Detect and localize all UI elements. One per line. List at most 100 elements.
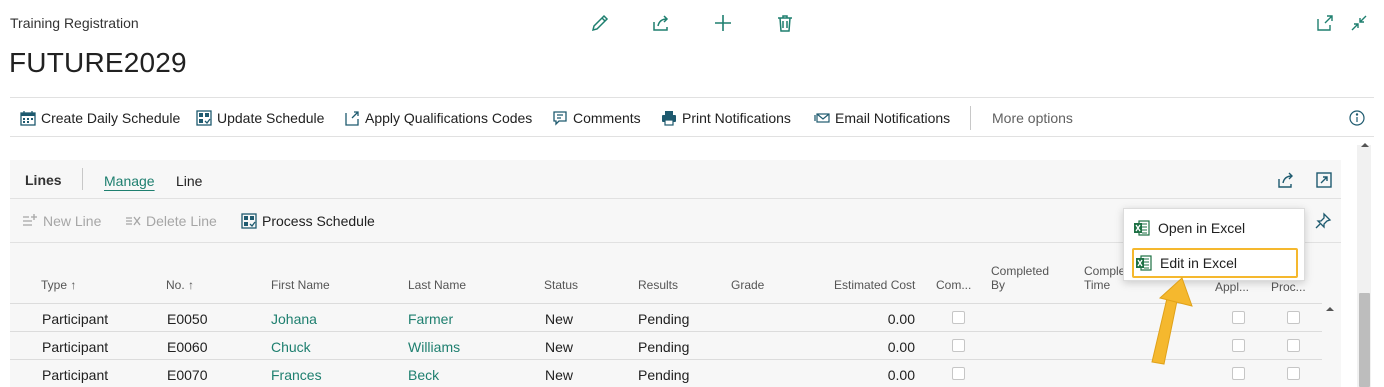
printer-icon bbox=[661, 110, 677, 126]
cell-results[interactable]: Pending bbox=[638, 311, 689, 327]
print-notifications-button[interactable]: Print Notifications bbox=[661, 98, 791, 138]
tab-line[interactable]: Line bbox=[176, 173, 202, 189]
row-divider bbox=[10, 359, 1322, 360]
cell-results[interactable]: Pending bbox=[638, 339, 689, 355]
create-daily-schedule-button[interactable]: Create Daily Schedule bbox=[20, 98, 180, 138]
cell-type[interactable]: Participant bbox=[42, 311, 108, 327]
cell-first-name[interactable]: Johana bbox=[271, 311, 317, 327]
cell-last-name[interactable]: Williams bbox=[408, 339, 460, 355]
update-schedule-label: Update Schedule bbox=[217, 110, 325, 126]
scroll-up-arrow-icon[interactable] bbox=[1360, 141, 1370, 149]
checkbox-proc[interactable] bbox=[1287, 311, 1300, 324]
cell-type[interactable]: Participant bbox=[42, 339, 108, 355]
cell-estimated-cost[interactable]: 0.00 bbox=[835, 367, 915, 383]
checkbox-appl[interactable] bbox=[1232, 367, 1245, 380]
edit-in-excel-item[interactable]: Edit in Excel bbox=[1132, 248, 1298, 278]
open-in-excel-label: Open in Excel bbox=[1158, 220, 1246, 236]
cell-estimated-cost[interactable]: 0.00 bbox=[835, 311, 915, 327]
process-schedule-icon bbox=[241, 213, 257, 229]
share-icon[interactable] bbox=[1276, 170, 1296, 190]
new-line-icon bbox=[22, 213, 38, 229]
process-schedule-label: Process Schedule bbox=[262, 213, 375, 229]
checkbox-appl[interactable] bbox=[1232, 311, 1245, 324]
new-line-label: New Line bbox=[43, 213, 102, 229]
process-schedule-button[interactable]: Process Schedule bbox=[241, 200, 375, 242]
checkbox-com[interactable] bbox=[952, 311, 965, 324]
col-type[interactable]: Type ↑ bbox=[41, 278, 76, 292]
calendar-icon bbox=[20, 110, 36, 126]
col-completed-time[interactable]: Comple Time bbox=[1084, 264, 1125, 292]
tab-manage[interactable]: Manage bbox=[104, 173, 155, 189]
comments-button[interactable]: Comments bbox=[552, 98, 641, 138]
lines-title: Lines bbox=[25, 172, 62, 188]
collapse-icon[interactable] bbox=[1349, 13, 1369, 33]
cell-status[interactable]: New bbox=[545, 367, 573, 383]
cell-estimated-cost[interactable]: 0.00 bbox=[835, 339, 915, 355]
checkbox-proc[interactable] bbox=[1287, 339, 1300, 352]
checkbox-proc[interactable] bbox=[1287, 367, 1300, 380]
header-divider bbox=[10, 303, 1322, 304]
checkbox-com[interactable] bbox=[952, 339, 965, 352]
excel-icon bbox=[1136, 255, 1152, 271]
open-new-window-icon[interactable] bbox=[1315, 13, 1335, 33]
new-line-button[interactable]: New Line bbox=[22, 200, 101, 242]
col-completed-time-line2: Time bbox=[1084, 278, 1111, 292]
col-first-name[interactable]: First Name bbox=[271, 278, 330, 292]
comments-label: Comments bbox=[573, 110, 641, 126]
excel-icon bbox=[1134, 220, 1150, 236]
delete-icon[interactable] bbox=[774, 12, 796, 34]
email-notifications-label: Email Notifications bbox=[835, 110, 951, 126]
cell-no[interactable]: E0060 bbox=[167, 339, 207, 355]
print-notifications-label: Print Notifications bbox=[682, 110, 791, 126]
create-daily-schedule-label: Create Daily Schedule bbox=[41, 110, 181, 126]
col-completed-by[interactable]: Completed By bbox=[991, 264, 1049, 292]
apply-icon bbox=[344, 110, 360, 126]
col-results[interactable]: Results bbox=[638, 278, 678, 292]
lines-header bbox=[10, 160, 1341, 199]
more-options-button[interactable]: More options bbox=[992, 98, 1073, 138]
expand-icon[interactable] bbox=[1314, 170, 1334, 190]
annotation-arrow bbox=[1138, 276, 1198, 368]
cell-last-name[interactable]: Farmer bbox=[408, 311, 453, 327]
excel-menu: Open in Excel Edit in Excel bbox=[1123, 208, 1305, 281]
info-icon[interactable] bbox=[1349, 98, 1365, 138]
checkbox-appl[interactable] bbox=[1232, 339, 1245, 352]
col-com[interactable]: Com... bbox=[936, 278, 971, 292]
edit-icon[interactable] bbox=[589, 12, 611, 34]
cell-status[interactable]: New bbox=[545, 311, 573, 327]
cell-first-name[interactable]: Frances bbox=[271, 367, 322, 383]
open-in-excel-item[interactable]: Open in Excel bbox=[1132, 213, 1298, 243]
checkbox-com[interactable] bbox=[952, 367, 965, 380]
update-schedule-button[interactable]: Update Schedule bbox=[196, 98, 324, 138]
cell-no[interactable]: E0050 bbox=[167, 311, 207, 327]
schedule-grid-icon bbox=[196, 110, 212, 126]
pin-icon[interactable] bbox=[1314, 212, 1332, 230]
col-last-name[interactable]: Last Name bbox=[408, 278, 466, 292]
email-icon bbox=[814, 110, 830, 126]
apply-qualifications-codes-button[interactable]: Apply Qualifications Codes bbox=[344, 98, 532, 138]
scroll-up-icon[interactable] bbox=[1325, 305, 1335, 313]
delete-line-label: Delete Line bbox=[146, 213, 217, 229]
delete-line-button[interactable]: Delete Line bbox=[125, 200, 217, 242]
new-icon[interactable] bbox=[712, 12, 734, 34]
edit-in-excel-label: Edit in Excel bbox=[1160, 255, 1238, 271]
cell-first-name[interactable]: Chuck bbox=[271, 339, 311, 355]
comment-icon bbox=[552, 110, 568, 126]
cell-last-name[interactable]: Beck bbox=[408, 367, 439, 383]
scrollbar-thumb[interactable] bbox=[1359, 293, 1370, 387]
cell-type[interactable]: Participant bbox=[42, 367, 108, 383]
col-proc[interactable]: Proc... bbox=[1271, 280, 1306, 294]
col-grade[interactable]: Grade bbox=[731, 278, 764, 292]
share-icon[interactable] bbox=[650, 12, 672, 34]
email-notifications-button[interactable]: Email Notifications bbox=[814, 98, 950, 138]
col-status[interactable]: Status bbox=[544, 278, 578, 292]
page-title: FUTURE2029 bbox=[9, 47, 187, 78]
cell-status[interactable]: New bbox=[545, 339, 573, 355]
cell-results[interactable]: Pending bbox=[638, 367, 689, 383]
action-separator bbox=[970, 106, 971, 130]
col-estimated-cost[interactable]: Estimated Cost bbox=[834, 278, 915, 292]
action-bar: Create Daily Schedule Update Schedule Ap… bbox=[10, 97, 1374, 137]
cell-no[interactable]: E0070 bbox=[167, 367, 207, 383]
col-appl[interactable]: Appl... bbox=[1215, 280, 1249, 294]
col-no[interactable]: No. ↑ bbox=[166, 278, 194, 292]
